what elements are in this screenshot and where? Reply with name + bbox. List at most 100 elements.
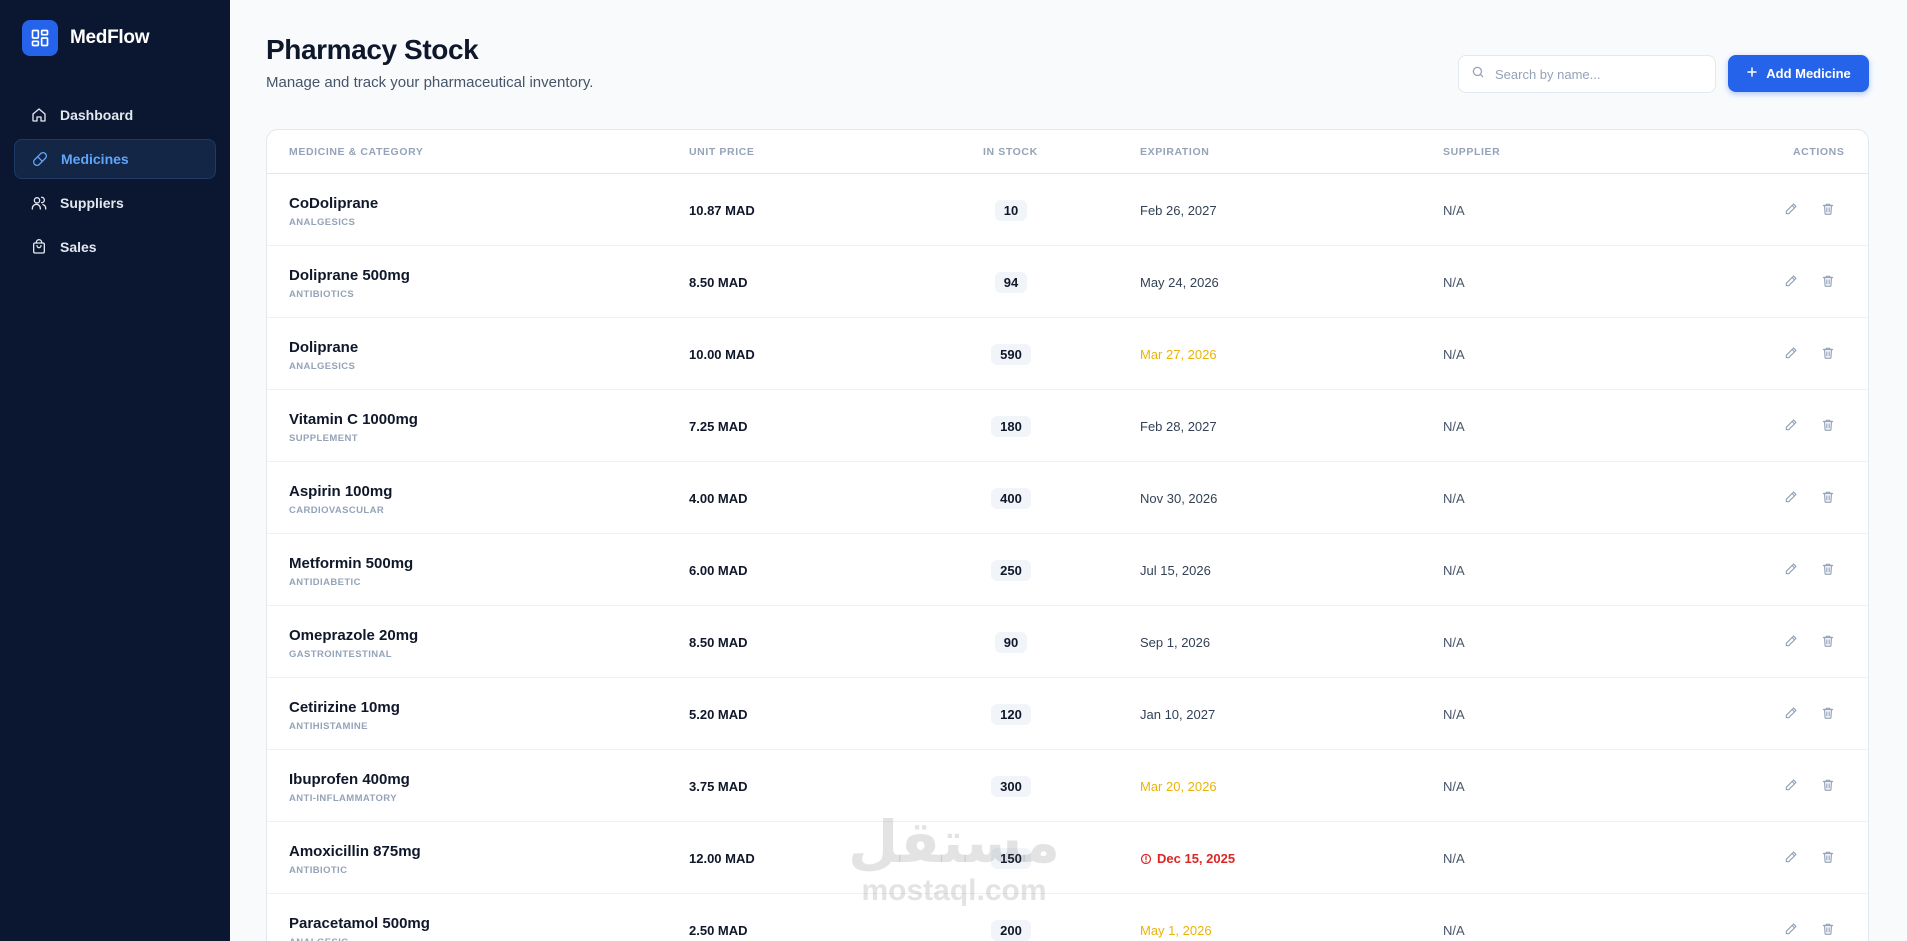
table-row[interactable]: Amoxicillin 875mg ANTIBIOTIC 12.00 MAD 150 D…: [267, 822, 1868, 894]
edit-icon[interactable]: [1782, 920, 1800, 938]
unit-price: 6.00 MAD: [689, 563, 748, 578]
sidebar-item-medicines[interactable]: Medicines: [14, 139, 216, 179]
delete-icon[interactable]: [1819, 344, 1837, 362]
supplier-name: N/A: [1443, 419, 1465, 434]
expiration-date: Jan 10, 2027: [1140, 707, 1215, 722]
sidebar-item-label: Dashboard: [60, 107, 134, 123]
table-row[interactable]: Ibuprofen 400mg ANTI-INFLAMMATORY 3.75 MAD…: [267, 750, 1868, 822]
table-row[interactable]: Vitamin C 1000mg SUPPLEMENT 7.25 MAD 180 Feb…: [267, 390, 1868, 462]
edit-icon[interactable]: [1782, 344, 1800, 362]
medicine-name: Ibuprofen 400mg: [289, 771, 410, 788]
edit-icon[interactable]: [1782, 488, 1800, 506]
medicine-name: Paracetamol 500mg: [289, 915, 430, 932]
delete-icon[interactable]: [1819, 272, 1837, 290]
table-row[interactable]: Omeprazole 20mg GASTROINTESTINAL 8.50 MAD 9…: [267, 606, 1868, 678]
stock-count: 10: [994, 200, 1028, 221]
unit-price: 7.25 MAD: [689, 419, 748, 434]
edit-icon[interactable]: [1782, 272, 1800, 290]
supplier-name: N/A: [1443, 203, 1465, 218]
expiration-date: Feb 28, 2027: [1140, 419, 1217, 434]
sidebar-item-sales[interactable]: Sales: [14, 227, 216, 267]
search-box[interactable]: [1458, 55, 1716, 93]
search-input[interactable]: [1495, 66, 1695, 82]
medicine-category: ANALGESIC: [289, 937, 349, 941]
edit-icon[interactable]: [1782, 632, 1800, 650]
column-header-medicine[interactable]: MEDICINE & CATEGORY: [289, 146, 424, 158]
table-row[interactable]: CoDoliprane ANALGESICS 10.87 MAD 10 Feb 26, …: [267, 174, 1868, 246]
table-row[interactable]: Doliprane 500mg ANTIBIOTICS 8.50 MAD 94 May …: [267, 246, 1868, 318]
sidebar-item-dashboard[interactable]: Dashboard: [14, 95, 216, 135]
medicine-name: CoDoliprane: [289, 195, 379, 212]
expiration-text: Jul 15, 2026: [1140, 563, 1211, 578]
medicine-name: Aspirin 100mg: [289, 483, 393, 500]
column-header-supplier[interactable]: SUPPLIER: [1443, 146, 1500, 158]
medicine-name: Metformin 500mg: [289, 555, 414, 572]
delete-icon[interactable]: [1819, 704, 1837, 722]
unit-price: 10.00 MAD: [689, 347, 755, 362]
delete-icon[interactable]: [1819, 416, 1837, 434]
expiration-date: Mar 20, 2026: [1140, 779, 1217, 794]
expiration-date: Jul 15, 2026: [1140, 563, 1211, 578]
stock-count: 120: [991, 704, 1031, 725]
sidebar-item-suppliers[interactable]: Suppliers: [14, 183, 216, 223]
medicine-category: ANALGESICS: [289, 361, 356, 372]
medicine-name: Doliprane 500mg: [289, 267, 410, 284]
supplier-name: N/A: [1443, 635, 1465, 650]
table-row[interactable]: Aspirin 100mg CARDIOVASCULAR 4.00 MAD 400 No…: [267, 462, 1868, 534]
unit-price: 12.00 MAD: [689, 851, 755, 866]
edit-icon[interactable]: [1782, 776, 1800, 794]
expiration-text: Jan 10, 2027: [1140, 707, 1216, 722]
add-medicine-button[interactable]: Add Medicine: [1728, 55, 1869, 92]
delete-icon[interactable]: [1819, 488, 1837, 506]
stock-count: 250: [991, 560, 1031, 581]
edit-icon[interactable]: [1782, 560, 1800, 578]
table-body: CoDoliprane ANALGESICS 10.87 MAD 10 Feb 26, …: [267, 174, 1868, 941]
column-header-actions: ACTIONS: [1793, 146, 1845, 158]
brand[interactable]: MedFlow: [22, 20, 149, 56]
stock-count: 200: [991, 920, 1031, 941]
unit-price: 8.50 MAD: [689, 275, 748, 290]
stock-badge: 90: [961, 632, 1061, 653]
delete-icon[interactable]: [1819, 200, 1837, 218]
column-header-stock[interactable]: IN STOCK: [983, 146, 1038, 158]
edit-icon[interactable]: [1782, 200, 1800, 218]
medicine-category: ANTIBIOTIC: [289, 865, 348, 876]
unit-price: 8.50 MAD: [689, 635, 748, 650]
delete-icon[interactable]: [1819, 920, 1837, 938]
sidebar-item-label: Suppliers: [60, 195, 124, 211]
table-row[interactable]: Doliprane ANALGESICS 10.00 MAD 590 Mar 27, 2…: [267, 318, 1868, 390]
medicine-category: ANTI-INFLAMMATORY: [289, 793, 397, 804]
supplier-name: N/A: [1443, 851, 1465, 866]
edit-icon[interactable]: [1782, 848, 1800, 866]
expiration-date: Dec 15, 2025: [1140, 851, 1235, 866]
medicine-name: Doliprane: [289, 339, 359, 356]
medicine-name: Vitamin C 1000mg: [289, 411, 418, 428]
medicine-category: ANALGESICS: [289, 217, 356, 228]
stock-badge: 400: [961, 488, 1061, 509]
expiration-text: Feb 26, 2027: [1140, 203, 1217, 218]
table-row[interactable]: Metformin 500mg ANTIDIABETIC 6.00 MAD 250 Ju…: [267, 534, 1868, 606]
delete-icon[interactable]: [1819, 632, 1837, 650]
supplier-name: N/A: [1443, 923, 1465, 938]
stock-badge: 300: [961, 776, 1061, 797]
medicine-name: Cetirizine 10mg: [289, 699, 400, 716]
medicine-name: Amoxicillin 875mg: [289, 843, 421, 860]
logo-icon: [22, 20, 58, 56]
table-row[interactable]: Paracetamol 500mg ANALGESIC 2.50 MAD 200 May…: [267, 894, 1868, 941]
stock-badge: 590: [961, 344, 1061, 365]
medicine-category: SUPPLEMENT: [289, 433, 358, 444]
expiration-text: Mar 27, 2026: [1140, 347, 1217, 362]
table-row[interactable]: Cetirizine 10mg ANTIHISTAMINE 5.20 MAD 120 J…: [267, 678, 1868, 750]
delete-icon[interactable]: [1819, 560, 1837, 578]
column-header-price[interactable]: UNIT PRICE: [689, 146, 755, 158]
edit-icon[interactable]: [1782, 704, 1800, 722]
sidebar: MedFlow Dashboard Medicines Suppliers Sa…: [0, 0, 230, 941]
stock-badge: 120: [961, 704, 1061, 725]
medicine-category: GASTROINTESTINAL: [289, 649, 392, 660]
delete-icon[interactable]: [1819, 776, 1837, 794]
delete-icon[interactable]: [1819, 848, 1837, 866]
edit-icon[interactable]: [1782, 416, 1800, 434]
plus-icon: [1746, 66, 1758, 81]
stock-badge: 200: [961, 920, 1061, 941]
column-header-expiration[interactable]: EXPIRATION: [1140, 146, 1209, 158]
